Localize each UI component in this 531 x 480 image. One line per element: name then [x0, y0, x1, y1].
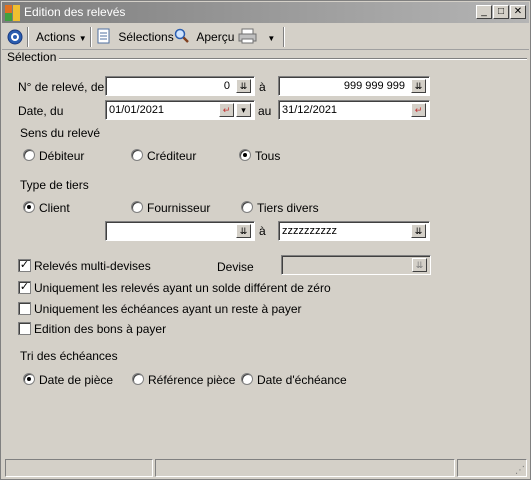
multi-devises-checkbox[interactable]: ✓ [18, 259, 31, 272]
printer-icon [238, 28, 257, 44]
selection-group-title: Sélection [7, 50, 57, 64]
double-chevron-down-icon: ⇊ [239, 81, 248, 91]
sens-tous-radio[interactable] [239, 149, 251, 161]
title-bar[interactable]: Edition des relevés _ □ ✕ [2, 2, 529, 23]
tiers-to-lookup-button[interactable]: ⇊ [411, 224, 426, 238]
checkmark-icon: ✓ [19, 259, 30, 271]
date-to-field[interactable]: 31/12/2021 ↵ [278, 100, 430, 120]
target-icon [7, 29, 23, 45]
selections-button[interactable]: Sélections [97, 27, 174, 47]
status-bar [5, 459, 528, 477]
tiers-divers-radio[interactable] [241, 201, 253, 213]
solde-checkbox[interactable]: ✓ [18, 281, 31, 294]
date-from-calendar-button[interactable]: ↵ [219, 103, 234, 117]
bons-label[interactable]: Edition des bons à payer [34, 322, 166, 336]
selections-label: Sélections [118, 30, 174, 44]
toolbar-separator [90, 27, 92, 47]
chevron-down-icon: ▾ [241, 105, 246, 115]
date-from-dropdown-button[interactable]: ▾ [236, 103, 251, 117]
main-window: Edition des relevés _ □ ✕ Actions ▼ Séle… [0, 0, 531, 480]
calendar-icon: ↵ [414, 105, 423, 115]
toolbar-separator [283, 27, 285, 47]
tiers-to-value: zzzzzzzzzz [282, 225, 337, 237]
status-panel [155, 459, 455, 477]
sens-title: Sens du relevé [20, 126, 101, 140]
actions-menu[interactable]: Actions ▼ [36, 27, 87, 47]
tri-reference-label[interactable]: Référence pièce [148, 373, 235, 387]
releve-from-lookup-button[interactable]: ⇊ [236, 79, 251, 93]
preview-label: Aperçu [196, 30, 235, 44]
sens-crediteur-label[interactable]: Créditeur [147, 149, 196, 163]
sens-debiteur-radio[interactable] [23, 149, 35, 161]
tri-date-piece-radio[interactable] [23, 373, 35, 385]
tiers-client-label[interactable]: Client [39, 201, 70, 215]
tiers-to-sep: à [259, 224, 266, 238]
tri-date-piece-label[interactable]: Date de pièce [39, 373, 113, 387]
bons-checkbox[interactable] [18, 322, 31, 335]
print-button[interactable]: ▼ [238, 27, 278, 47]
devise-field[interactable]: ⇊ [281, 255, 431, 275]
reste-checkbox[interactable] [18, 302, 31, 315]
tri-echeance-label[interactable]: Date d'échéance [257, 373, 347, 387]
releve-to-lookup-button[interactable]: ⇊ [411, 79, 426, 93]
reste-label[interactable]: Uniquement les échéances ayant un reste … [34, 302, 302, 316]
preview-button[interactable]: Aperçu [174, 27, 234, 47]
checkmark-icon: ✓ [19, 281, 30, 293]
actions-label: Actions [36, 30, 76, 44]
sens-debiteur-label[interactable]: Débiteur [39, 149, 84, 163]
maximize-button[interactable]: □ [493, 5, 509, 19]
double-chevron-down-icon: ⇊ [414, 226, 423, 236]
date-from-field[interactable]: 01/01/2021 ↵ ▾ [105, 100, 255, 120]
tiers-fournisseur-label[interactable]: Fournisseur [147, 201, 210, 215]
toolbar-separator [27, 27, 29, 47]
devise-label: Devise [217, 260, 254, 274]
double-chevron-down-icon: ⇊ [415, 260, 424, 270]
magnifier-icon [174, 28, 189, 43]
releve-label: N° de relevé, de [18, 80, 105, 94]
tiers-title: Type de tiers [20, 178, 89, 192]
double-chevron-down-icon: ⇊ [414, 81, 423, 91]
releve-to-field[interactable]: 999 999 999 ⇊ [278, 76, 430, 96]
document-icon [97, 28, 110, 44]
date-to-calendar-button[interactable]: ↵ [411, 103, 426, 117]
double-chevron-down-icon: ⇊ [239, 226, 248, 236]
group-divider [59, 58, 527, 60]
tri-echeance-radio[interactable] [241, 373, 253, 385]
dropdown-arrow-icon: ▼ [78, 34, 87, 43]
releve-from-field[interactable]: 0 ⇊ [105, 76, 255, 96]
date-to-value: 31/12/2021 [282, 104, 338, 116]
toolbar: Actions ▼ Sélections Aperçu ▼ [2, 24, 529, 50]
tiers-client-radio[interactable] [23, 201, 35, 213]
releve-to-sep: à [259, 80, 266, 94]
multi-devises-label[interactable]: Relevés multi-devises [34, 259, 151, 273]
status-panel [5, 459, 153, 477]
date-from-value: 01/01/2021 [109, 104, 165, 116]
tri-title: Tri des échéances [20, 349, 118, 363]
minimize-button[interactable]: _ [476, 5, 492, 19]
date-label: Date, du [18, 104, 64, 118]
close-button[interactable]: ✕ [510, 5, 526, 19]
tiers-from-lookup-button[interactable]: ⇊ [236, 224, 251, 238]
devise-lookup-button[interactable]: ⇊ [412, 258, 427, 272]
tiers-to-field[interactable]: zzzzzzzzzz ⇊ [278, 221, 430, 241]
tiers-from-field[interactable]: ⇊ [105, 221, 255, 241]
resize-grip-icon[interactable]: ⋰ [515, 465, 527, 477]
home-button[interactable] [6, 27, 24, 47]
tiers-fournisseur-radio[interactable] [131, 201, 143, 213]
solde-label[interactable]: Uniquement les relevés ayant un solde di… [34, 281, 331, 295]
releve-to-value: 999 999 999 [343, 80, 405, 92]
date-to-sep: au [258, 104, 272, 118]
calendar-icon: ↵ [222, 105, 231, 115]
print-dropdown-icon: ▼ [267, 34, 276, 43]
tri-reference-radio[interactable] [132, 373, 144, 385]
sens-crediteur-radio[interactable] [131, 149, 143, 161]
tiers-divers-label[interactable]: Tiers divers [257, 201, 319, 215]
window-title: Edition des relevés [24, 5, 126, 19]
sens-tous-label[interactable]: Tous [255, 149, 280, 163]
app-icon [5, 5, 21, 21]
releve-from-value: 0 [223, 80, 230, 92]
